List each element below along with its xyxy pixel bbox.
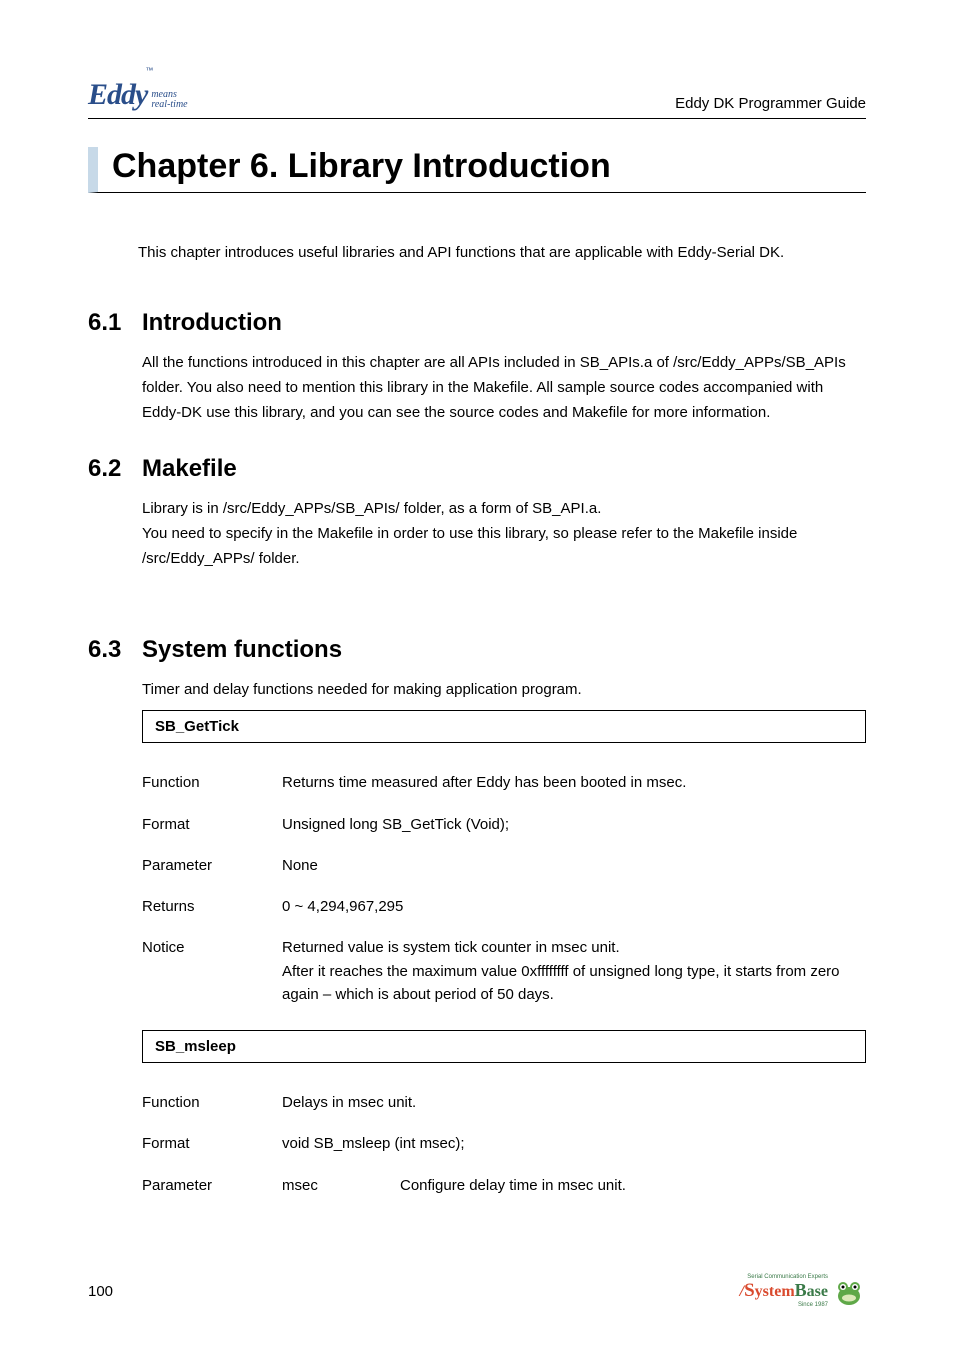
api-row-function: Function Delays in msec unit. [142, 1091, 866, 1114]
api-row-notice: Notice Returned value is system tick cou… [142, 936, 866, 1006]
logo-text: Eddy [88, 78, 147, 111]
api-label: Notice [142, 936, 282, 1006]
section-body: Library is in /src/Eddy_APPs/SB_APIs/ fo… [142, 497, 866, 571]
footer-logo-since: Since 1987 [740, 1302, 828, 1308]
api-name-box: SB_GetTick [142, 710, 866, 743]
api-label: Function [142, 771, 282, 794]
api-details-table: Function Delays in msec unit. Format voi… [142, 1091, 866, 1197]
page-footer: 100 Serial Communication Experts /System… [88, 1274, 866, 1308]
api-value: void SB_msleep (int msec); [282, 1132, 866, 1155]
api-name-box: SB_msleep [142, 1030, 866, 1063]
trademark-symbol: ™ [145, 66, 153, 75]
section-number: 6.1 [88, 309, 142, 337]
api-row-format: Format void SB_msleep (int msec); [142, 1132, 866, 1155]
api-value: msec Configure delay time in msec unit. [282, 1174, 866, 1197]
section-heading: 6.3 System functions [88, 636, 866, 664]
api-row-function: Function Returns time measured after Edd… [142, 771, 866, 794]
api-value: Delays in msec unit. [282, 1091, 866, 1114]
section-title: Introduction [142, 309, 282, 337]
section-body: All the functions introduced in this cha… [142, 351, 866, 425]
chapter-title: Chapter 6. Library Introduction [112, 147, 866, 186]
api-label: Parameter [142, 854, 282, 877]
document-title: Eddy DK Programmer Guide [675, 95, 866, 112]
api-label: Returns [142, 895, 282, 918]
section-title: System functions [142, 636, 342, 664]
section-heading: 6.2 Makefile [88, 455, 866, 483]
section-number: 6.2 [88, 455, 142, 483]
section-number: 6.3 [88, 636, 142, 664]
chapter-heading-block: Chapter 6. Library Introduction [88, 147, 866, 193]
page-header: Eddy™ means real-time Eddy DK Programmer… [88, 78, 866, 119]
api-label: Format [142, 813, 282, 836]
section-body: Timer and delay functions needed for mak… [142, 678, 866, 703]
parameter-description: Configure delay time in msec unit. [400, 1174, 866, 1197]
api-label: Function [142, 1091, 282, 1114]
footer-logo: Serial Communication Experts /SystemBase… [740, 1274, 866, 1308]
api-details-table: Function Returns time measured after Edd… [142, 771, 866, 1006]
api-value: Returns time measured after Eddy has bee… [282, 771, 866, 794]
api-label: Format [142, 1132, 282, 1155]
section-title: Makefile [142, 455, 237, 483]
api-value: Returned value is system tick counter in… [282, 936, 866, 1006]
section-heading: 6.1 Introduction [88, 309, 866, 337]
frog-mascot-icon [832, 1274, 866, 1308]
api-row-parameter: Parameter None [142, 854, 866, 877]
section-6-3: 6.3 System functions Timer and delay fun… [88, 636, 866, 703]
section-6-1: 6.1 Introduction All the functions intro… [88, 309, 866, 425]
footer-logo-text: /SystemBase [740, 1280, 828, 1302]
api-row-parameter: Parameter msec Configure delay time in m… [142, 1174, 866, 1197]
api-label: Parameter [142, 1174, 282, 1197]
api-value: 0 ~ 4,294,967,295 [282, 895, 866, 918]
section-6-2: 6.2 Makefile Library is in /src/Eddy_APP… [88, 455, 866, 571]
api-value: Unsigned long SB_GetTick (Void); [282, 813, 866, 836]
chapter-intro-paragraph: This chapter introduces useful libraries… [138, 241, 866, 265]
brand-logo: Eddy™ means real-time [88, 78, 188, 112]
api-value: None [282, 854, 866, 877]
logo-tagline: means real-time [151, 90, 187, 110]
page-number: 100 [88, 1283, 113, 1300]
api-row-format: Format Unsigned long SB_GetTick (Void); [142, 813, 866, 836]
parameter-name: msec [282, 1174, 400, 1197]
api-row-returns: Returns 0 ~ 4,294,967,295 [142, 895, 866, 918]
